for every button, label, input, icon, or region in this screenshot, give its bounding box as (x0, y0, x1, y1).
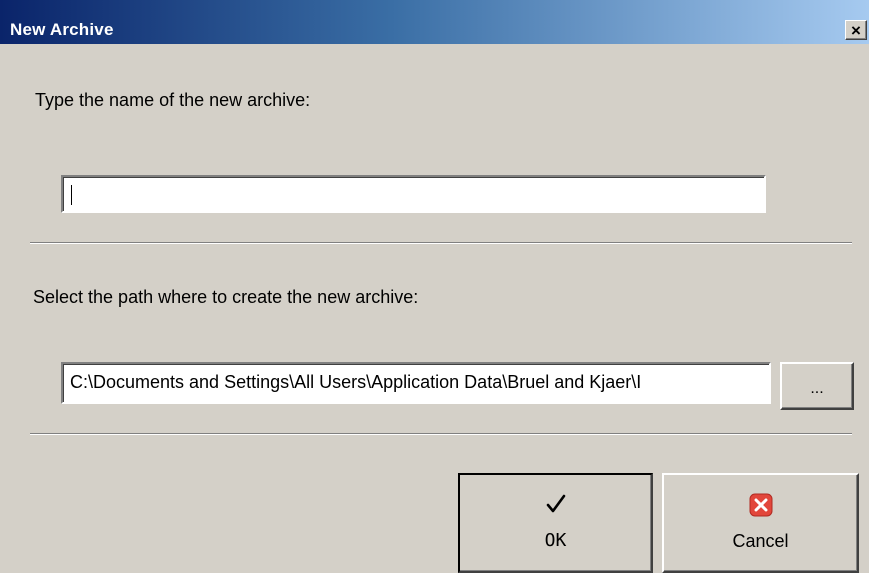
ok-button-label: OK (544, 530, 567, 551)
window-title: New Archive (10, 20, 114, 39)
archive-name-label: Type the name of the new archive: (35, 90, 311, 110)
browse-button-label: ... (810, 380, 824, 397)
cancel-button[interactable]: Cancel (662, 473, 859, 573)
archive-path-label: Select the path where to create the new … (33, 287, 419, 307)
ok-button[interactable]: OK (458, 473, 653, 573)
browse-button[interactable]: ... (780, 362, 854, 410)
close-button[interactable]: × (845, 20, 867, 40)
checkmark-icon (545, 493, 567, 520)
cancel-x-icon (749, 493, 773, 522)
close-icon: × (851, 20, 861, 40)
cancel-button-label: Cancel (732, 531, 789, 551)
archive-name-input[interactable] (61, 175, 766, 213)
separator-bottom (30, 433, 852, 435)
separator-top (30, 242, 852, 244)
archive-path-input[interactable]: C:\Documents and Settings\All Users\Appl… (61, 362, 771, 404)
title-bar[interactable]: New Archive × (0, 0, 869, 44)
text-caret (71, 185, 72, 205)
new-archive-dialog: New Archive × Type the name of the new a… (0, 0, 869, 573)
